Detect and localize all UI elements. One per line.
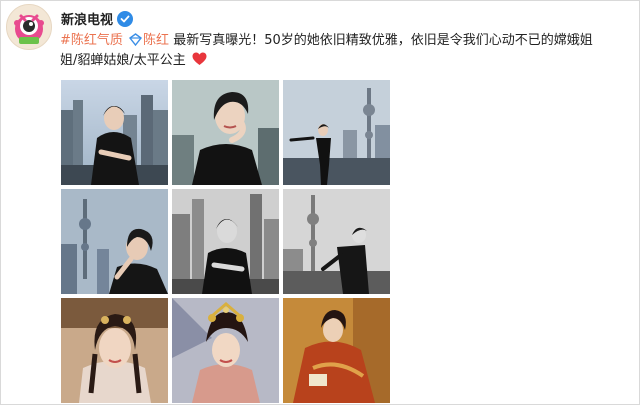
verified-icon [117,10,134,27]
post-text-line2: 姐/貂蝉姑娘/太平公主 [60,53,186,68]
post-text-line1: 最新写真曝光！50岁的她依旧精致优雅，依旧是令我们心动不已的嫦娥姐 [173,33,593,48]
topic-link-2[interactable]: 陈红 [143,33,169,48]
topic-link-1[interactable]: #陈红气质 [60,33,123,48]
user-avatar[interactable] [6,4,52,50]
superchat-diamond-icon [129,33,143,46]
photo-grid [61,80,390,403]
photo-8[interactable] [172,298,279,403]
username-label[interactable]: 新浪电视 [61,9,113,28]
post-author[interactable]: 新浪电视 [61,9,134,28]
photo-2[interactable] [172,80,279,185]
tv-mascot-icon [7,5,51,49]
photo-4[interactable] [61,189,168,294]
photo-3[interactable] [283,80,390,185]
heart-icon [192,52,207,65]
photo-1[interactable] [61,80,168,185]
post-text: #陈红气质 陈红 最新写真曝光！50岁的她依旧精致优雅，依旧是令我们心动不已的嫦… [60,31,608,71]
weibo-post-card: 新浪电视 #陈红气质 陈红 最新写真曝光！50岁的她依旧精致优雅，依旧是令我们心… [0,0,640,405]
photo-7[interactable] [61,298,168,403]
photo-6[interactable] [283,189,390,294]
photo-9[interactable] [283,298,390,403]
photo-5[interactable] [172,189,279,294]
